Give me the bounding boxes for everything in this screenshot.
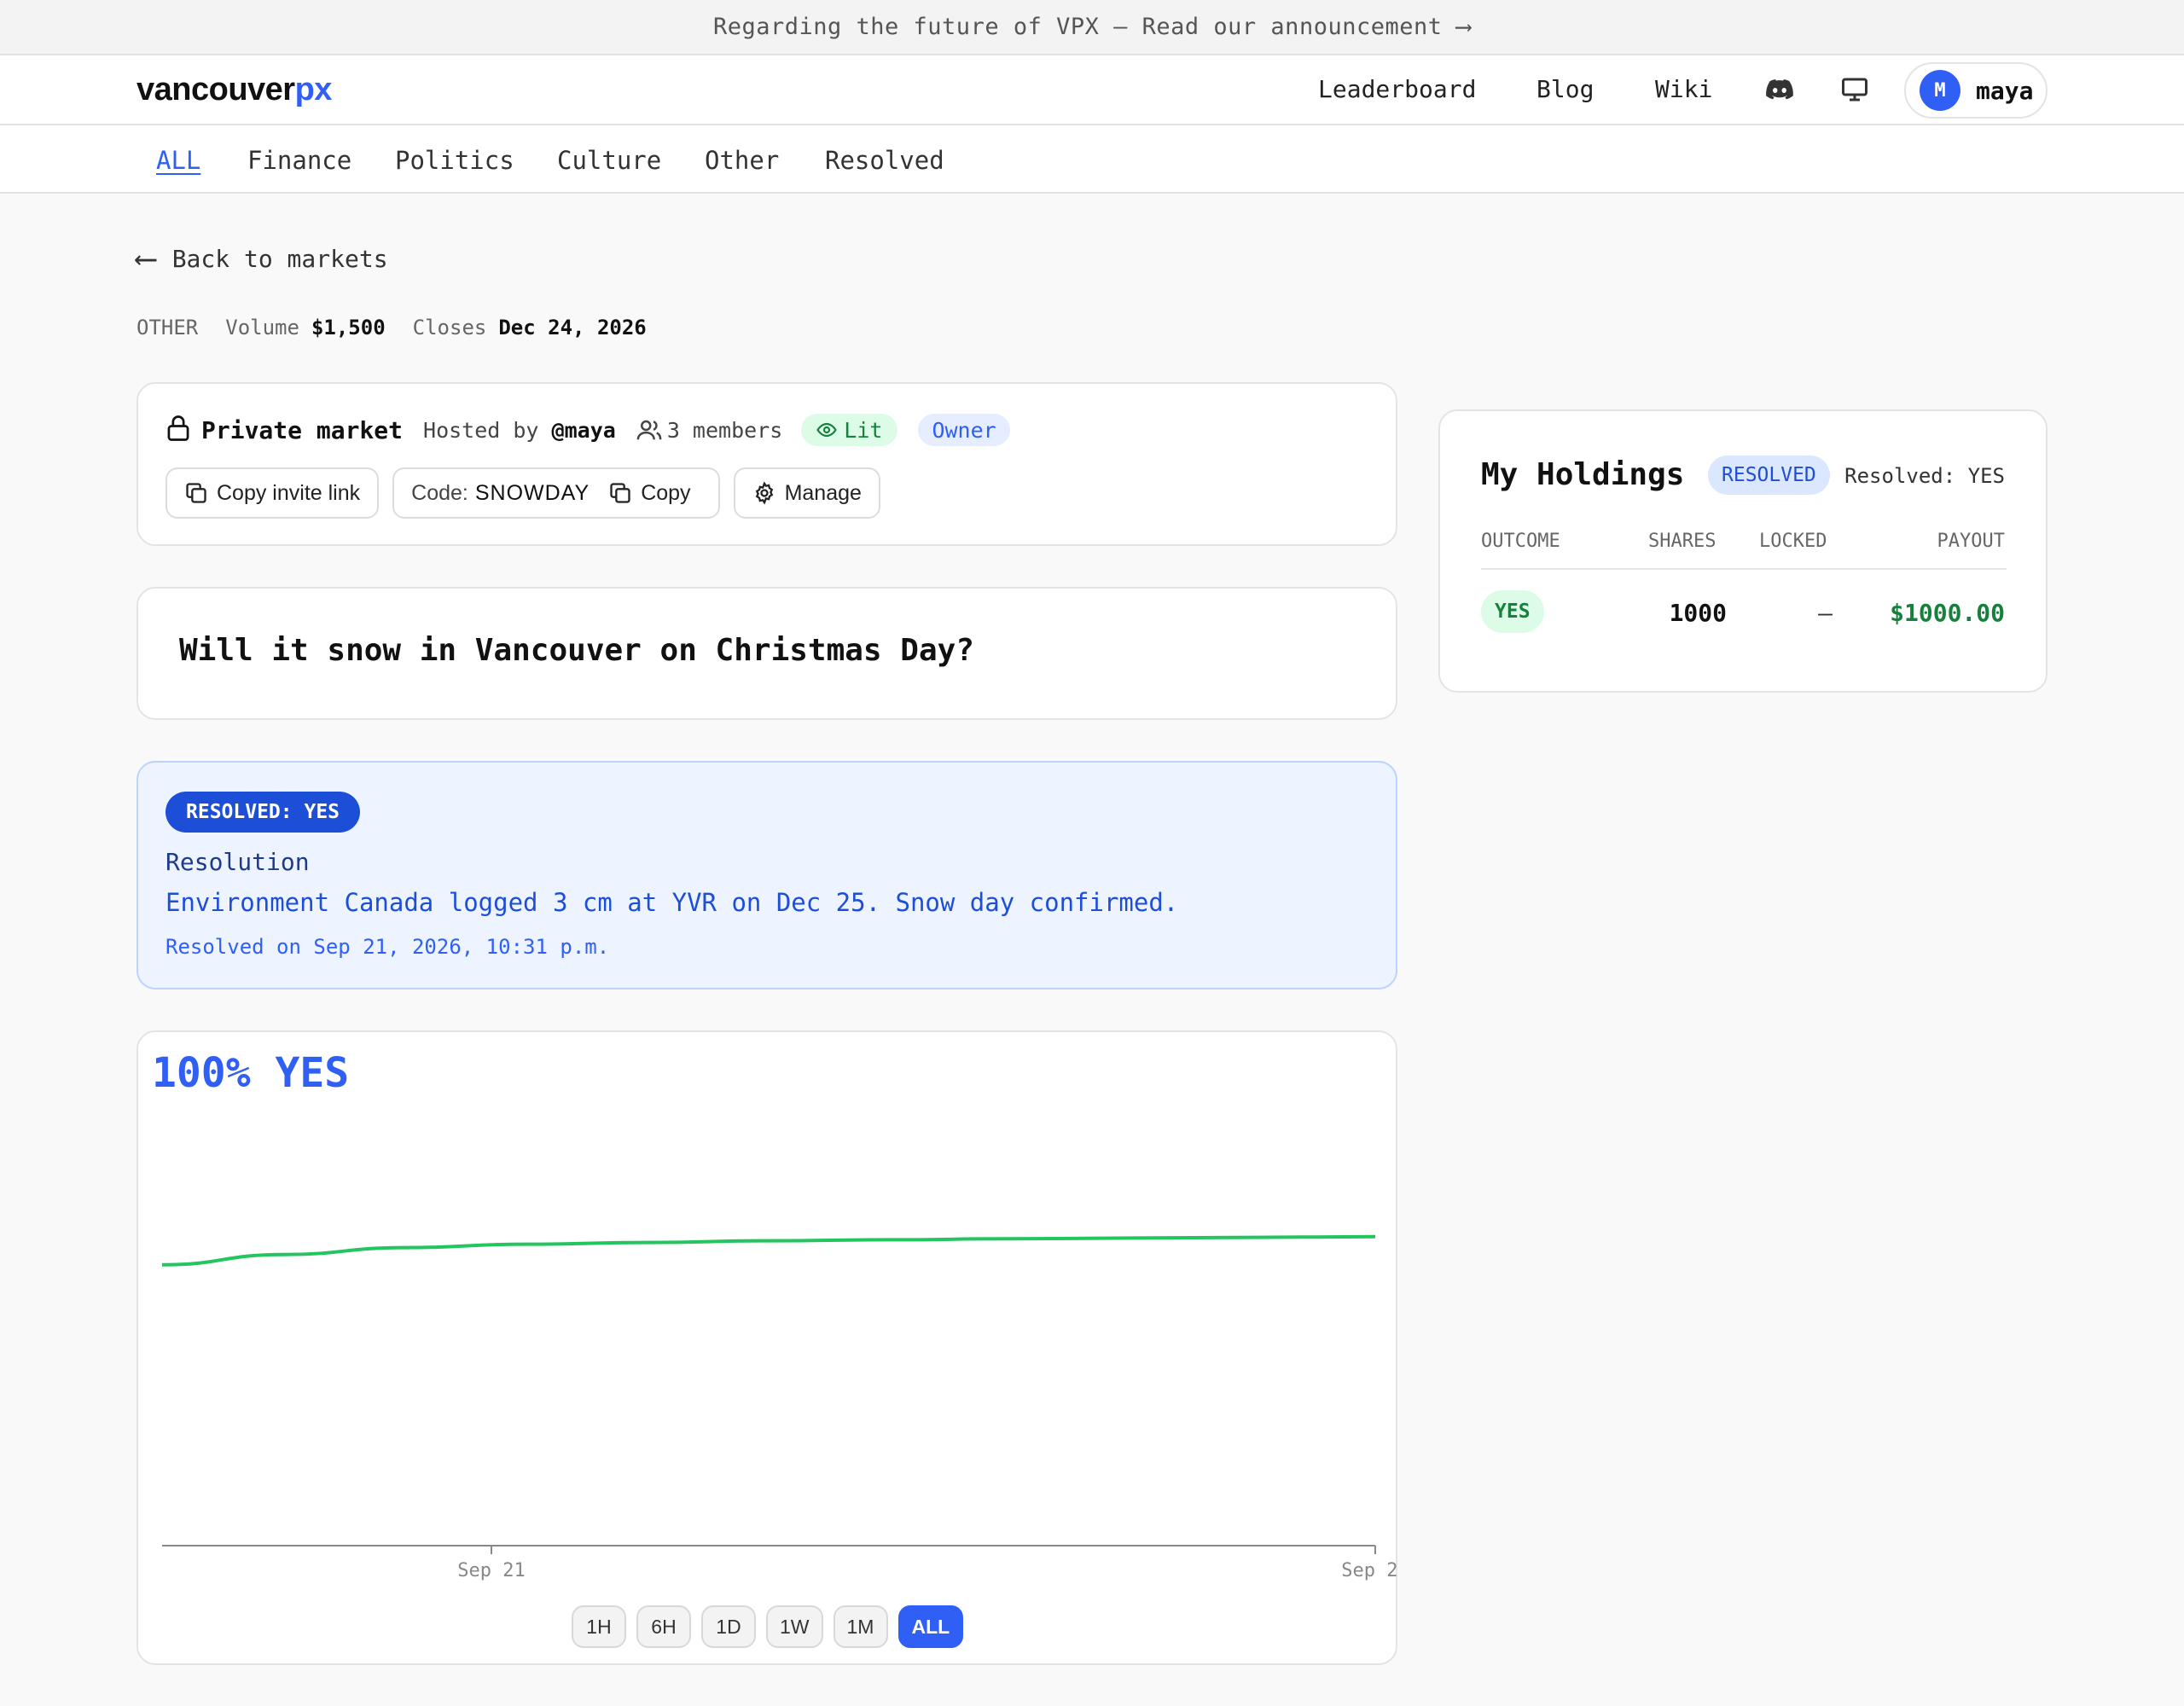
lit-badge: Lit	[801, 414, 898, 446]
manage-button[interactable]: Manage	[733, 467, 880, 519]
meta-volume-label: Volume	[225, 316, 299, 339]
copy-label: Copy	[641, 480, 691, 505]
nav-leaderboard[interactable]: Leaderboard	[1318, 75, 1476, 103]
logo[interactable]: vancouverpx	[136, 72, 332, 108]
arrow-left-icon: ⟵	[136, 241, 155, 276]
back-to-markets-link[interactable]: ⟵ Back to markets	[136, 241, 388, 276]
tab-politics[interactable]: Politics	[395, 146, 514, 175]
resolved-badge: RESOLVED: YES	[166, 792, 361, 833]
top-header: vancouverpx Leaderboard Blog Wiki M maya	[0, 55, 2184, 125]
copy-invite-label: Copy invite link	[217, 480, 361, 505]
avatar: M	[1920, 70, 1960, 111]
x-tick-label: Sep 21	[1341, 1560, 1399, 1581]
holding-outcome: YES	[1481, 590, 1544, 633]
resolution-title: Resolution	[166, 848, 310, 876]
category-tabs: ALL Finance Politics Culture Other Resol…	[0, 125, 2184, 194]
col-payout: PAYOUT	[1937, 531, 2005, 552]
holdings-title: My Holdings	[1481, 457, 1685, 492]
owner-badge: Owner	[918, 414, 1010, 446]
user-name: maya	[1976, 76, 2034, 105]
holdings-resolved-badge: RESOLVED	[1708, 456, 1830, 495]
x-tick-label: Sep 21	[457, 1560, 525, 1581]
market-question: Will it snow in Vancouver on Christmas D…	[179, 633, 974, 668]
announcement-banner[interactable]: Regarding the future of VPX — Read our a…	[0, 0, 2184, 55]
lit-label: Lit	[844, 417, 883, 443]
manage-label: Manage	[784, 480, 862, 505]
tab-resolved[interactable]: Resolved	[825, 146, 944, 175]
lock-icon	[166, 415, 191, 445]
price-chart-card: 100% YES Sep 21Sep 21 1H6H1D1W1MALL	[136, 1030, 1399, 1665]
col-locked: LOCKED	[1759, 531, 1827, 552]
logo-main: vancouver	[136, 72, 295, 107]
holding-locked: –	[1818, 599, 1833, 627]
private-market-label: Private market	[201, 415, 404, 444]
code-label: Code:	[411, 480, 468, 505]
eye-icon	[816, 422, 838, 438]
members-count[interactable]: 3 members	[636, 418, 782, 443]
range-1h-button[interactable]: 1H	[572, 1605, 626, 1648]
gear-icon	[755, 481, 773, 505]
copy-icon	[610, 483, 630, 503]
tab-finance[interactable]: Finance	[247, 146, 351, 175]
resolution-panel: RESOLVED: YES Resolution Environment Can…	[136, 761, 1397, 989]
nav-wiki[interactable]: Wiki	[1655, 75, 1712, 103]
holding-payout: $1000.00	[1890, 599, 2005, 627]
user-menu-button[interactable]: M maya	[1904, 62, 2048, 119]
meta-volume: $1,500	[311, 316, 386, 339]
col-outcome: OUTCOME	[1481, 531, 1560, 552]
range-1d-button[interactable]: 1D	[701, 1605, 756, 1648]
hosted-by: Hosted by @maya	[423, 418, 616, 443]
meta-closes-label: Closes	[412, 316, 487, 339]
discord-icon[interactable]	[1764, 74, 1795, 105]
monitor-icon[interactable]	[1839, 74, 1870, 105]
copy-invite-link-button[interactable]: Copy invite link	[166, 467, 380, 519]
tab-other[interactable]: Other	[705, 146, 779, 175]
holdings-divider	[1481, 568, 2007, 570]
private-market-card: Private market Hosted by @maya 3 members…	[136, 382, 1397, 546]
price-chart: Sep 21 Sep 21	[161, 1234, 1399, 1581]
host-name[interactable]: @maya	[552, 418, 616, 443]
range-1w-button[interactable]: 1W	[766, 1605, 823, 1648]
nav-blog[interactable]: Blog	[1536, 75, 1594, 103]
resolution-date: Resolved on Sep 21, 2026, 10:31 p.m.	[166, 935, 610, 959]
meta-closes: Dec 24, 2026	[498, 316, 647, 339]
holdings-resolved-outcome: Resolved: YES	[1844, 464, 2005, 488]
back-label: Back to markets	[171, 245, 388, 273]
logo-accent: px	[294, 72, 333, 107]
time-range-selector: 1H 6H 1D 1W 1M ALL	[572, 1605, 964, 1648]
resolution-text: Environment Canada logged 3 cm at YVR on…	[166, 888, 1179, 917]
holding-shares: 1000	[1669, 599, 1727, 627]
range-1m-button[interactable]: 1M	[833, 1605, 888, 1648]
invite-code: SNOWDAY	[474, 480, 590, 505]
series-line	[161, 1234, 1376, 1267]
question-card: Will it snow in Vancouver on Christmas D…	[136, 587, 1397, 720]
tab-culture[interactable]: Culture	[557, 146, 661, 175]
tab-all[interactable]: ALL	[156, 146, 200, 175]
members-label: 3 members	[666, 417, 783, 443]
meta-category: OTHER	[136, 316, 199, 339]
range-6h-button[interactable]: 6H	[636, 1605, 691, 1648]
holdings-card: My Holdings RESOLVED Resolved: YES OUTCO…	[1438, 409, 2048, 693]
hosted-prefix: Hosted by	[423, 417, 539, 443]
range-all-button[interactable]: ALL	[897, 1605, 964, 1648]
copy-icon	[186, 483, 206, 503]
col-shares: SHARES	[1648, 531, 1716, 552]
copy-code-button[interactable]: Code: SNOWDAY Copy	[392, 467, 720, 519]
announcement-text[interactable]: Regarding the future of VPX — Read our a…	[713, 14, 1471, 40]
market-meta: OTHER Volume $1,500 Closes Dec 24, 2026	[136, 316, 647, 339]
